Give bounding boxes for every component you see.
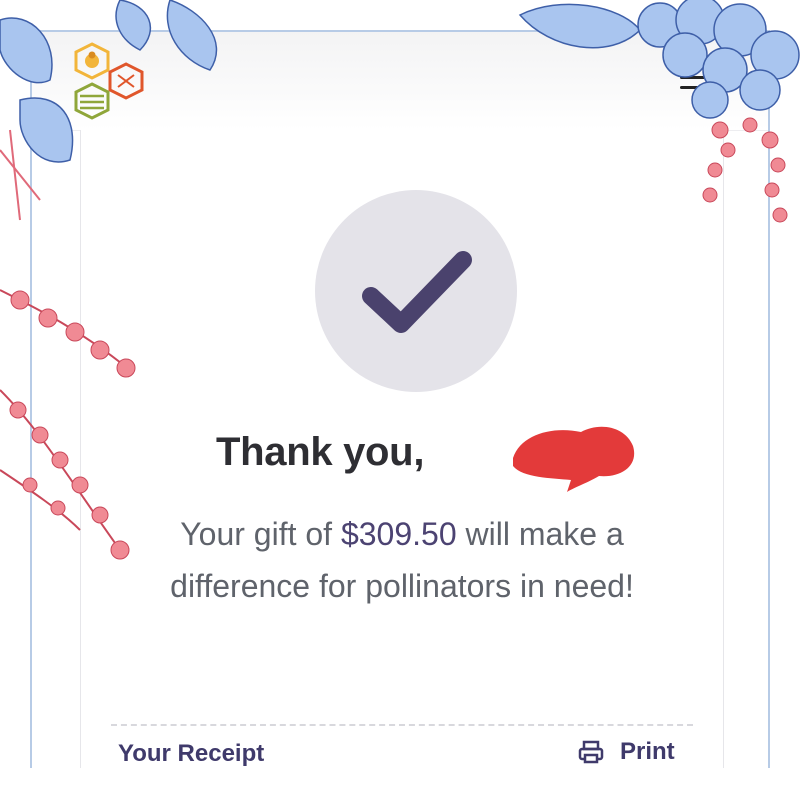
redaction-scribble [513, 426, 635, 492]
site-header [32, 32, 768, 131]
hamburger-menu-icon[interactable] [680, 76, 720, 98]
confirmation-card: Thank you, ! Your gift of $309.50 will m… [80, 130, 724, 768]
section-divider [111, 724, 693, 726]
success-badge [315, 190, 517, 392]
thank-you-page: Thank you, ! Your gift of $309.50 will m… [32, 32, 768, 768]
honeycomb-bee-logo-icon[interactable] [70, 42, 150, 122]
printer-icon [578, 740, 604, 764]
print-button[interactable]: Print [578, 738, 675, 766]
gift-message: Your gift of $309.50 will make a differe… [170, 516, 634, 604]
gift-amount: $309.50 [340, 516, 457, 552]
checkmark-icon [362, 251, 472, 333]
receipt-heading: Your Receipt [118, 740, 265, 767]
title-prefix: Thank you, [216, 430, 425, 474]
